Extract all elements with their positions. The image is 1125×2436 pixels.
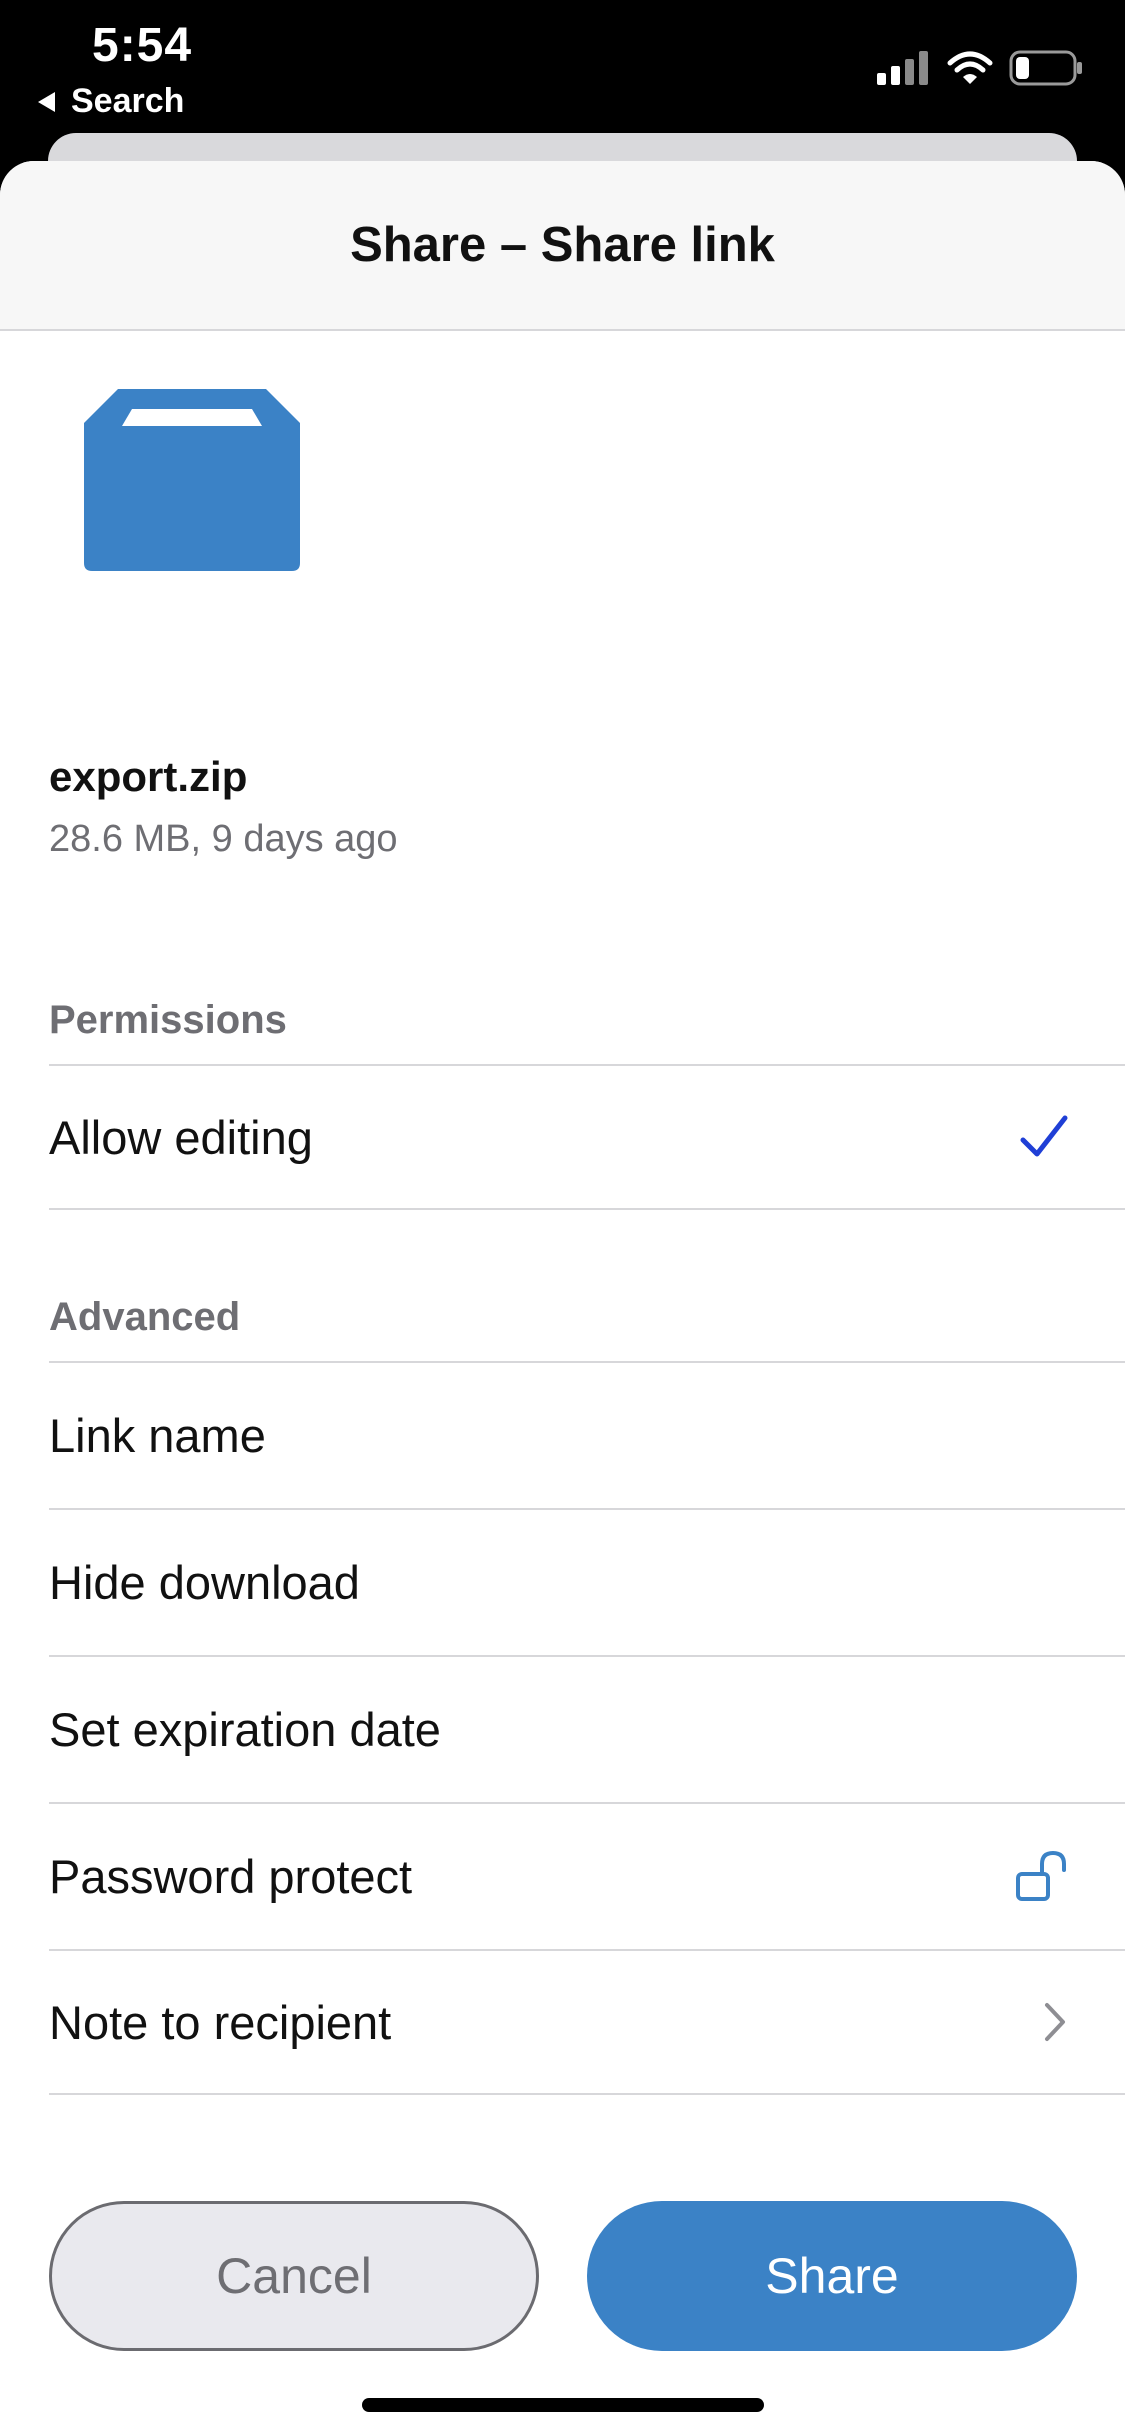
archive-file-icon	[84, 389, 300, 571]
back-triangle-icon	[38, 91, 55, 112]
sheet-header: Share – Share link	[0, 161, 1125, 331]
cancel-button[interactable]: Cancel	[49, 2201, 539, 2351]
share-sheet: Share – Share link export.zip 28.6 MB, 9…	[0, 161, 1125, 2436]
battery-icon	[1009, 50, 1082, 86]
chevron-right-icon	[1045, 2003, 1065, 2041]
hide-download-label: Hide download	[49, 1555, 360, 1609]
allow-editing-label: Allow editing	[49, 1110, 313, 1164]
set-expiration-date-label: Set expiration date	[49, 1702, 441, 1756]
checkmark-icon	[1020, 1115, 1068, 1157]
link-name-label: Link name	[49, 1408, 266, 1462]
share-button[interactable]: Share	[587, 2201, 1077, 2351]
status-time: 5:54	[92, 19, 193, 72]
permissions-header: Permissions	[49, 998, 287, 1042]
file-meta: 28.6 MB, 9 days ago	[49, 818, 398, 860]
advanced-header: Advanced	[49, 1295, 241, 1339]
note-to-recipient-row[interactable]: Note to recipient	[49, 1949, 1125, 2095]
status-icons	[877, 50, 1083, 86]
home-indicator	[362, 2398, 764, 2412]
password-protect-label: Password protect	[49, 1849, 413, 1903]
file-name: export.zip	[49, 753, 248, 800]
screen: 5:54 Search Share – Share link export.zi…	[0, 0, 1125, 2436]
wifi-icon	[947, 51, 993, 84]
unlock-icon	[1016, 1850, 1066, 1901]
back-to-search-link[interactable]: Search	[38, 82, 184, 121]
note-to-recipient-label: Note to recipient	[49, 1995, 392, 2049]
cellular-signal-icon	[877, 51, 928, 85]
allow-editing-row[interactable]: Allow editing	[49, 1064, 1125, 1210]
link-name-row[interactable]: Link name	[49, 1361, 1125, 1507]
sheet-title: Share – Share link	[350, 218, 775, 272]
set-expiration-date-row[interactable]: Set expiration date	[49, 1655, 1125, 1801]
password-protect-row[interactable]: Password protect	[49, 1802, 1125, 1948]
hide-download-row[interactable]: Hide download	[49, 1508, 1125, 1654]
back-label: Search	[71, 82, 185, 120]
